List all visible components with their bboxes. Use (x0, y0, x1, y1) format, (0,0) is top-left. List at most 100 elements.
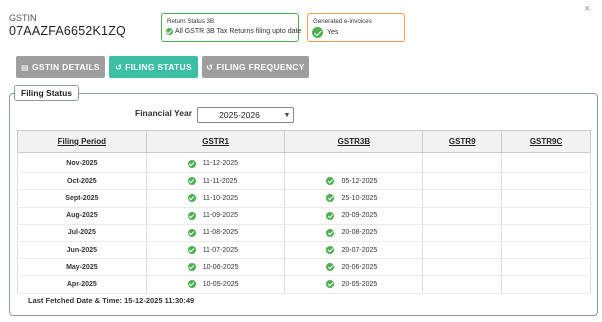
gstr9c-cell (501, 275, 591, 294)
filing-period-cell: Jun-2025 (17, 241, 147, 260)
gstr1-cell: 10-06-2025 (145, 258, 286, 277)
gstr1-cell: 11-07-2025 (145, 241, 286, 260)
check-circle-icon (326, 246, 335, 255)
table-row: Nov-2025 11-12-2025 (17, 155, 591, 174)
check-circle-icon (187, 280, 196, 289)
gstr1-date: 11-07-2025 (202, 246, 238, 254)
gstr1-cell: 11-09-2025 (145, 207, 286, 225)
gstr3b-filed: 20-06-2025 (285, 263, 422, 272)
header-gstr1[interactable]: GSTR1 (145, 130, 286, 153)
table-row: Jul-2025 11-08-2025 20-08-2025 (17, 224, 591, 242)
gstr3b-filed: 20-08-2025 (285, 228, 422, 237)
filing-period-cell: Jul-2025 (17, 224, 147, 242)
gstr1-filed: 11-12-2025 (147, 159, 285, 168)
einvoice-box: Generated e-invoices Yes (307, 13, 405, 42)
check-circle-icon (187, 194, 196, 203)
tab-gstin-details[interactable]: ▤ GSTIN DETAILS (16, 56, 105, 78)
gstr9-cell (422, 189, 503, 208)
gstr3b-cell: 20-09-2025 (284, 207, 424, 225)
financial-year-value: 2025-2026 (219, 110, 260, 120)
gstr1-date: 11-09-2025 (202, 212, 238, 220)
gstr3b-date: 20-09-2025 (341, 212, 378, 220)
gstr3b-date: 20-08-2025 (341, 229, 378, 237)
gstr3b-date: 20-07-2025 (341, 246, 378, 254)
gstr1-cell: 11-08-2025 (145, 224, 286, 242)
gstr9c-cell (501, 258, 591, 277)
filing-period-cell: Oct-2025 (17, 172, 147, 191)
gstr3b-date: 20-06-2025 (341, 263, 378, 271)
gstr3b-cell: 20-05-2025 (284, 275, 424, 294)
close-icon[interactable]: × (584, 3, 590, 15)
gstr9-cell (422, 207, 503, 225)
id-card-icon: ▤ (21, 62, 29, 72)
check-circle-icon (326, 211, 335, 220)
gstin-value: 07AAZFA6652K1ZQ (9, 24, 126, 38)
check-circle-icon (326, 280, 335, 289)
filing-period-cell: Apr-2025 (17, 275, 147, 294)
header-gstr3b[interactable]: GSTR3B (284, 130, 424, 153)
check-circle-icon (187, 228, 196, 237)
gstr3b-date: 25-10-2025 (341, 194, 378, 202)
gstr1-date: 11-08-2025 (202, 229, 238, 237)
check-circle-icon (166, 28, 173, 35)
filing-period-cell: Aug-2025 (17, 207, 147, 225)
filing-period-cell: May-2025 (17, 258, 147, 277)
table-header-row: Filing Period GSTR1 GSTR3B GSTR9 GSTR9C (17, 130, 591, 153)
return-status-text: All GSTR 3B Tax Returns filing upto date (175, 28, 302, 35)
check-circle-icon (187, 246, 196, 255)
check-circle-icon (187, 211, 196, 220)
gstr3b-cell: 25-10-2025 (284, 189, 424, 208)
gstr9c-cell (501, 189, 591, 208)
gstr1-date: 11-10-2025 (202, 194, 238, 202)
gstr3b-date: 05-12-2025 (341, 177, 378, 185)
gstr9-cell (422, 258, 503, 277)
table-row: Aug-2025 11-09-2025 20-09-2025 (17, 207, 591, 225)
gstin-label: GSTIN (9, 13, 37, 23)
gstr1-cell: 11-11-2025 (145, 172, 286, 191)
last-fetched-text: Last Fetched Date & Time: 15-12-2025 11:… (28, 296, 195, 305)
table-row: May-2025 10-06-2025 20-06-2025 (17, 258, 591, 277)
tab-filing-frequency[interactable]: ↺ FILING FREQUENCY (202, 56, 309, 78)
gstr9-cell (422, 172, 503, 191)
filing-period-cell: Nov-2025 (17, 155, 147, 174)
gstr3b-date: 20-05-2025 (341, 280, 378, 288)
gstr9c-cell (501, 172, 591, 191)
gstr1-date: 10-05-2025 (202, 280, 239, 288)
gstr9-cell (422, 275, 503, 294)
filing-status-table: Filing Period GSTR1 GSTR3B GSTR9 GSTR9C … (17, 130, 591, 294)
gstr1-cell: 11-10-2025 (145, 189, 286, 208)
header-gstr9[interactable]: GSTR9 (422, 130, 503, 153)
gstr3b-filed: 25-10-2025 (285, 194, 422, 203)
header-gstr9c[interactable]: GSTR9C (501, 130, 591, 153)
gstr9c-cell (501, 241, 591, 260)
einvoice-line: Yes (312, 27, 338, 38)
gstr9-cell (422, 155, 503, 174)
header-filing-period[interactable]: Filing Period (17, 130, 147, 153)
gstr3b-cell: 20-06-2025 (284, 258, 424, 277)
gstr1-cell: 10-05-2025 (145, 275, 286, 294)
gstr3b-filed: 20-07-2025 (285, 246, 422, 255)
tab-filing-status[interactable]: ↺ FILING STATUS (109, 56, 198, 78)
check-circle-icon (187, 263, 196, 272)
gstr1-filed: 10-05-2025 (147, 280, 285, 289)
history-icon: ↺ (206, 62, 214, 72)
gstr9c-cell (501, 207, 591, 225)
check-circle-icon (312, 27, 323, 38)
gstr1-filed: 11-08-2025 (147, 228, 285, 237)
gstr1-filed: 11-10-2025 (147, 194, 285, 203)
gstr1-filed: 11-07-2025 (147, 246, 285, 255)
gstr9-cell (422, 224, 503, 242)
gstr1-date: 11-12-2025 (202, 160, 238, 168)
financial-year-label: Financial Year (135, 108, 193, 118)
table-row: Apr-2025 10-05-2025 20-05-2025 (17, 275, 591, 294)
return-status-title: Return Status 3B (167, 18, 215, 25)
gstr3b-filed: 20-09-2025 (285, 211, 422, 220)
gstr1-filed: 10-06-2025 (147, 263, 285, 272)
history-icon: ↺ (115, 62, 123, 72)
financial-year-select[interactable]: 2025-2026 ▼ (197, 107, 294, 123)
einvoice-title: Generated e-invoices (313, 18, 372, 25)
gstr1-date: 10-06-2025 (202, 263, 239, 271)
gstr3b-filed: 05-12-2025 (285, 177, 422, 186)
tab-label: FILING FREQUENCY (216, 62, 305, 72)
table-row: Jun-2025 11-07-2025 20-07-2025 (17, 241, 591, 260)
